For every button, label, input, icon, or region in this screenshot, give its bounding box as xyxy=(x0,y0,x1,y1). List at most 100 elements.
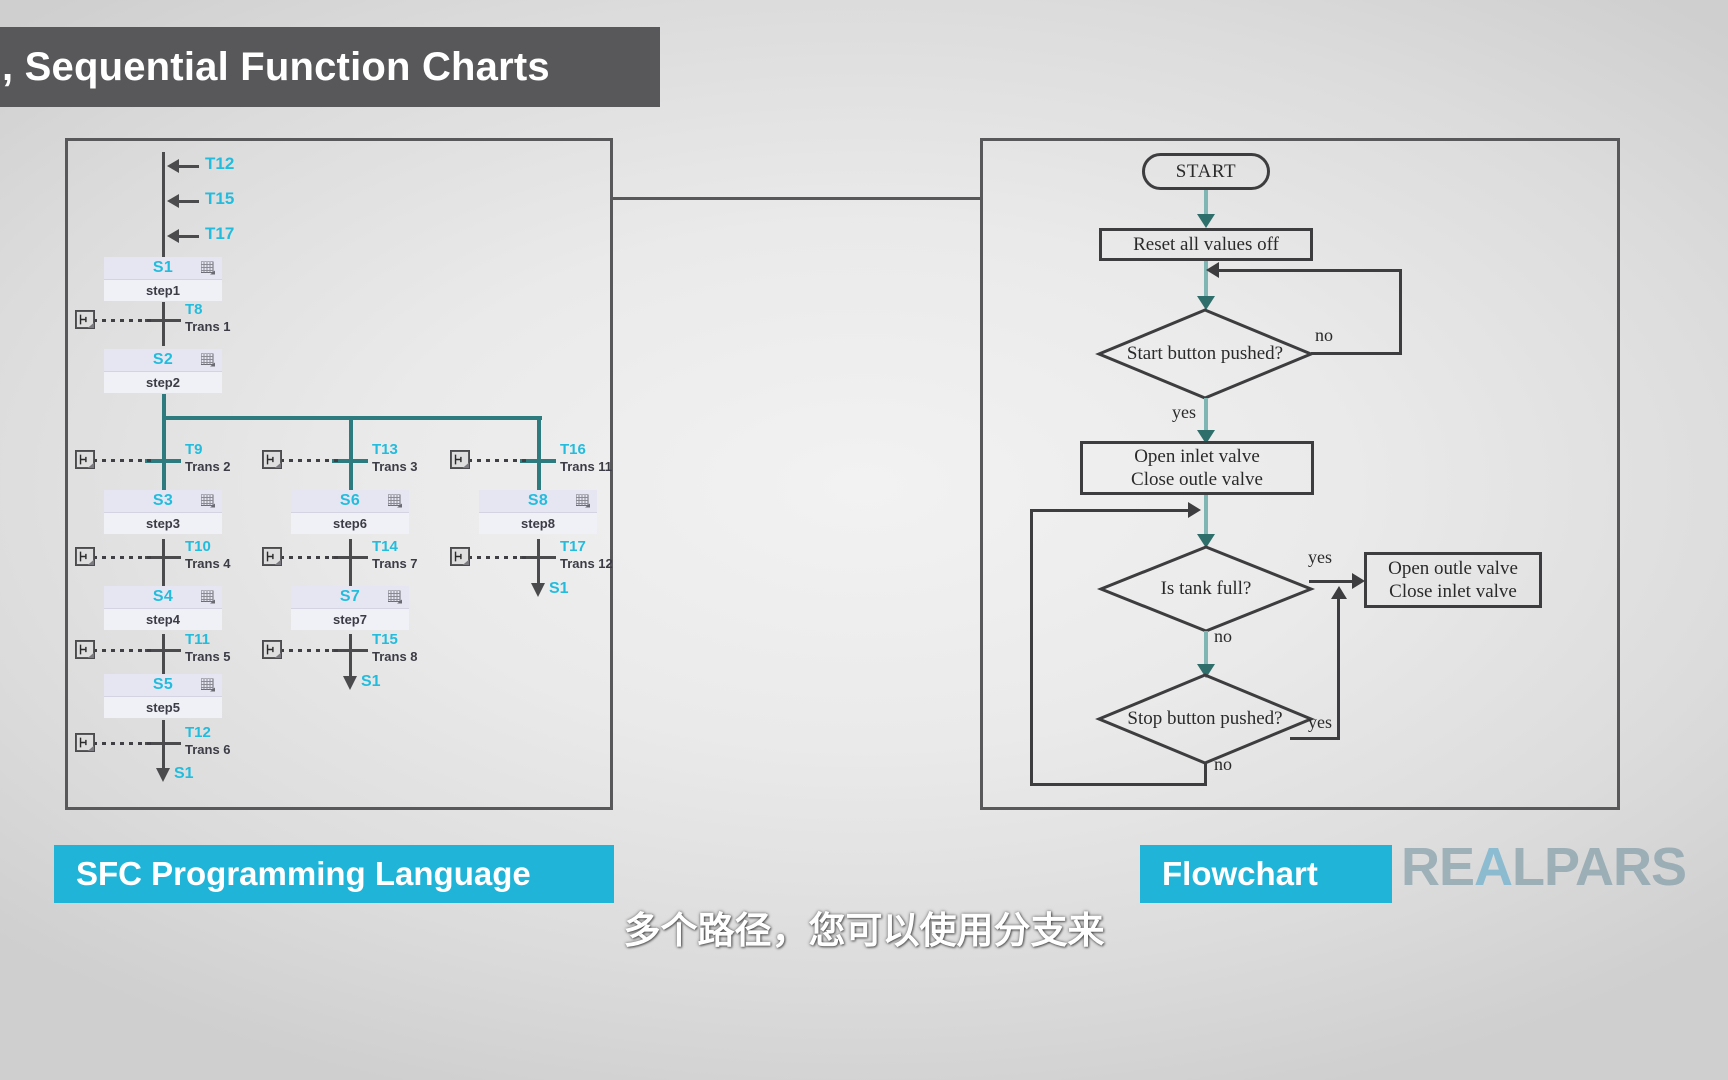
transition-condition-icon[interactable] xyxy=(262,640,282,659)
arrow-head-up-icon xyxy=(1331,586,1347,599)
step-header: S1 xyxy=(104,257,222,280)
flow-node-label: START xyxy=(1175,160,1237,182)
transition-condition-icon[interactable] xyxy=(75,450,95,469)
transition-condition-icon[interactable] xyxy=(262,547,282,566)
incoming-label: T17 xyxy=(205,224,235,243)
step-header: S8 xyxy=(479,490,597,513)
flow-node-label: Stop button pushed? xyxy=(1127,708,1283,729)
subtitle-text: 多个路径，您可以使用分支来 xyxy=(623,910,1105,951)
sfc-step-S6[interactable]: S6 step6 xyxy=(291,490,409,534)
flow-edge-label-stop-yes: yes xyxy=(1308,712,1332,732)
step-name: step8 xyxy=(521,515,555,531)
step-body: step6 xyxy=(291,512,409,534)
transition-id: T14 xyxy=(372,538,398,555)
step-body: step3 xyxy=(104,512,222,534)
flow-node-label: Start button pushed? xyxy=(1126,343,1284,364)
flow-node-open-inlet[interactable]: Open inlet valve Close outle valve xyxy=(1080,441,1314,495)
transition-id: T12 xyxy=(185,724,211,741)
flow-node-open-outlet[interactable]: Open outle valve Close inlet valve xyxy=(1364,552,1542,608)
step-id: S1 xyxy=(152,258,174,276)
arrow-head-down-icon xyxy=(156,768,170,782)
panel-connector-line xyxy=(612,197,982,200)
transition-id: T16 xyxy=(560,441,586,458)
flow-node-label: Is tank full? xyxy=(1160,578,1252,599)
transition-name: Trans 2 xyxy=(185,459,231,474)
transition-name: Trans 8 xyxy=(372,649,418,664)
sfc-step-S7[interactable]: S7 step7 xyxy=(291,586,409,630)
flow-node-label: Open outle valve Close inlet valve xyxy=(1388,557,1518,602)
arrow-shaft xyxy=(177,235,199,238)
step-header: S6 xyxy=(291,490,409,513)
sfc-step-S3[interactable]: S3 step3 xyxy=(104,490,222,534)
transition-condition-icon[interactable] xyxy=(450,547,470,566)
flow-node-label: Open inlet valve Close outle valve xyxy=(1131,445,1263,490)
flow-edge-label-tank-no: no xyxy=(1214,626,1232,646)
step-name: step3 xyxy=(146,515,180,531)
transition-condition-icon[interactable] xyxy=(75,733,95,752)
step-header: S5 xyxy=(104,674,222,697)
flow-edge-stop-no-up xyxy=(1030,509,1033,785)
transition-condition-icon[interactable] xyxy=(262,450,282,469)
flow-node-reset[interactable]: Reset all values off xyxy=(1099,228,1313,261)
step-grid-icon xyxy=(201,494,215,508)
sfc-banner-label: SFC Programming Language xyxy=(76,855,531,892)
step-id: S3 xyxy=(152,491,174,509)
transition-condition-icon[interactable] xyxy=(75,640,95,659)
arrow-head-left-icon xyxy=(167,229,179,243)
realpars-watermark: REALPARS xyxy=(1401,836,1687,898)
flow-node-label: Reset all values off xyxy=(1133,233,1279,255)
step-header: S3 xyxy=(104,490,222,513)
step-body: step5 xyxy=(104,696,222,718)
sfc-link-s4-t11 xyxy=(162,634,165,657)
step-id: S2 xyxy=(152,350,174,368)
flow-node-stop-decision[interactable]: Stop button pushed? xyxy=(1095,673,1315,765)
arrow-shaft xyxy=(177,165,199,168)
step-grid-icon xyxy=(388,494,402,508)
flow-edge-start-no-up xyxy=(1399,269,1402,354)
sfc-step-S2[interactable]: S2 step2 xyxy=(104,349,222,393)
step-id: S4 xyxy=(152,587,174,605)
page-title-bar: , Sequential Function Charts xyxy=(0,27,660,107)
transition-id: T13 xyxy=(372,441,398,458)
transition-id: T9 xyxy=(185,441,203,458)
transition-condition-icon[interactable] xyxy=(75,547,95,566)
flow-node-start-decision[interactable]: Start button pushed? xyxy=(1095,308,1315,400)
step-header: S4 xyxy=(104,586,222,609)
flow-edge-label-tank-yes: yes xyxy=(1308,547,1332,567)
watermark-part-c: LPARS xyxy=(1511,837,1687,897)
flow-edge-stop-no-in xyxy=(1030,509,1190,512)
step-id: S5 xyxy=(152,675,174,693)
page-title: , Sequential Function Charts xyxy=(2,44,550,89)
sfc-step-S4[interactable]: S4 step4 xyxy=(104,586,222,630)
transition-condition-icon[interactable] xyxy=(450,450,470,469)
flow-edge-start-no-back xyxy=(1219,269,1402,272)
transition-name: Trans 4 xyxy=(185,556,231,571)
transition-condition-icon[interactable] xyxy=(75,310,95,329)
flow-node-start[interactable]: START xyxy=(1142,153,1270,190)
sfc-step-S8[interactable]: S8 step8 xyxy=(479,490,597,534)
arrow-head-left-icon xyxy=(1206,262,1219,278)
flow-node-tank-decision[interactable]: Is tank full? xyxy=(1096,545,1316,633)
step-header: S2 xyxy=(104,349,222,372)
arrow-shaft xyxy=(177,200,199,203)
flow-edge-label-stop-no: no xyxy=(1214,754,1232,774)
step-name: step4 xyxy=(146,611,180,627)
transition-id: T8 xyxy=(185,301,203,318)
step-grid-icon xyxy=(201,353,215,367)
step-name: step6 xyxy=(333,515,367,531)
arrow-head-right-icon xyxy=(1188,502,1201,518)
flow-edge-stop-no xyxy=(1204,763,1207,785)
flow-edge-stop-yes-up xyxy=(1337,596,1340,739)
sfc-link-s2-branch xyxy=(162,394,166,418)
flowchart-banner-label: Flowchart xyxy=(1162,855,1318,892)
sfc-trunk-top xyxy=(162,152,165,258)
transition-name: Trans 6 xyxy=(185,742,231,757)
arrow-head-down-icon xyxy=(531,583,545,597)
transition-name: Trans 3 xyxy=(372,459,418,474)
incoming-label: T12 xyxy=(205,154,235,173)
arrow-head-left-icon xyxy=(167,159,179,173)
arrow-head-left-icon xyxy=(167,194,179,208)
sfc-step-S5[interactable]: S5 step5 xyxy=(104,674,222,718)
sfc-step-S1[interactable]: S1 step1 xyxy=(104,257,222,301)
sfc-link-t12-end xyxy=(162,745,165,768)
